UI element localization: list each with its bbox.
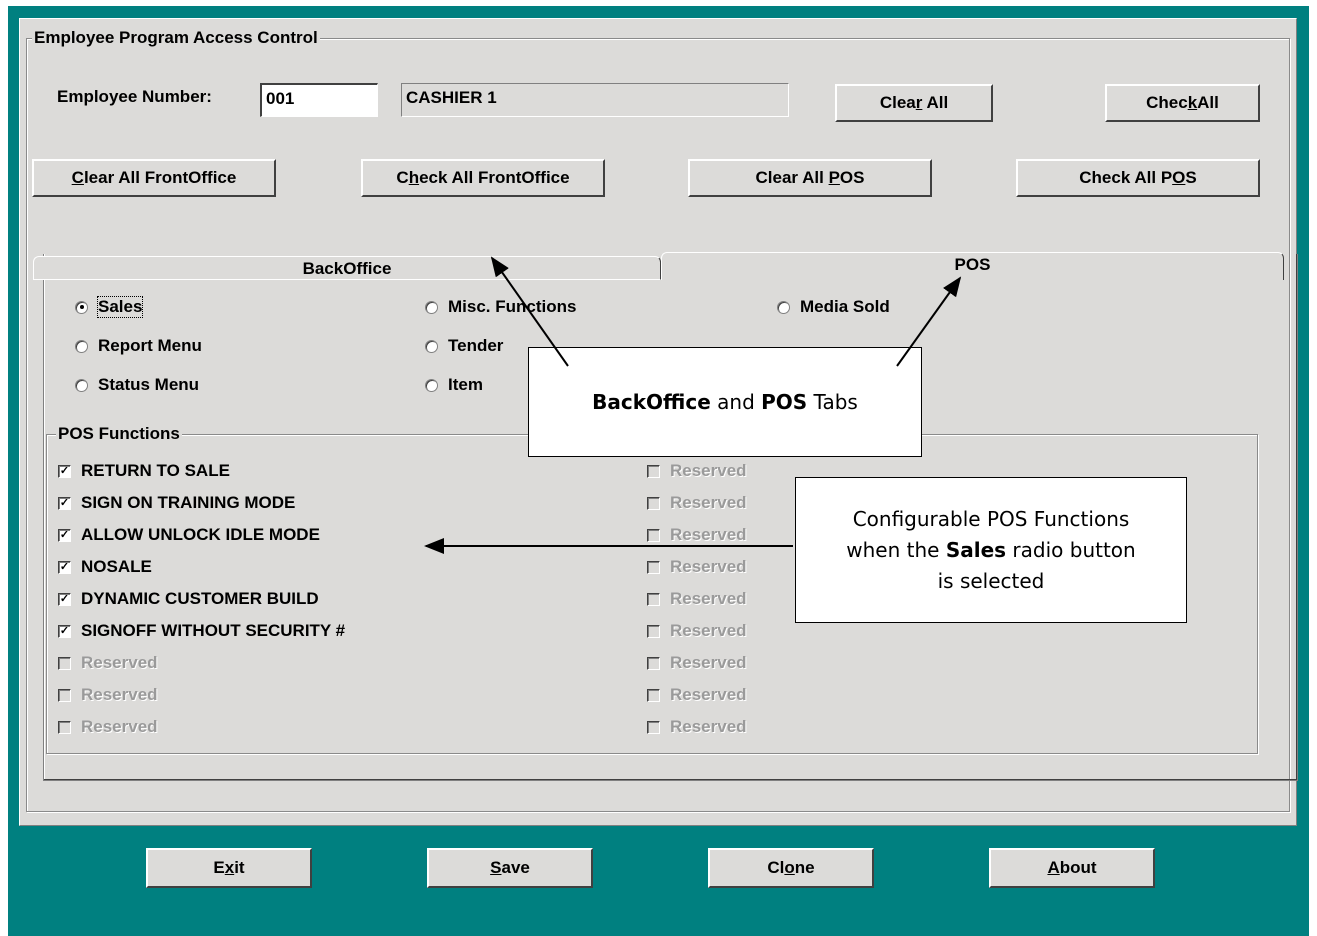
arrow-to-pos-tab: [896, 276, 962, 367]
callout-arrows: [424, 256, 962, 554]
arrow-to-backoffice-tab: [490, 256, 569, 367]
